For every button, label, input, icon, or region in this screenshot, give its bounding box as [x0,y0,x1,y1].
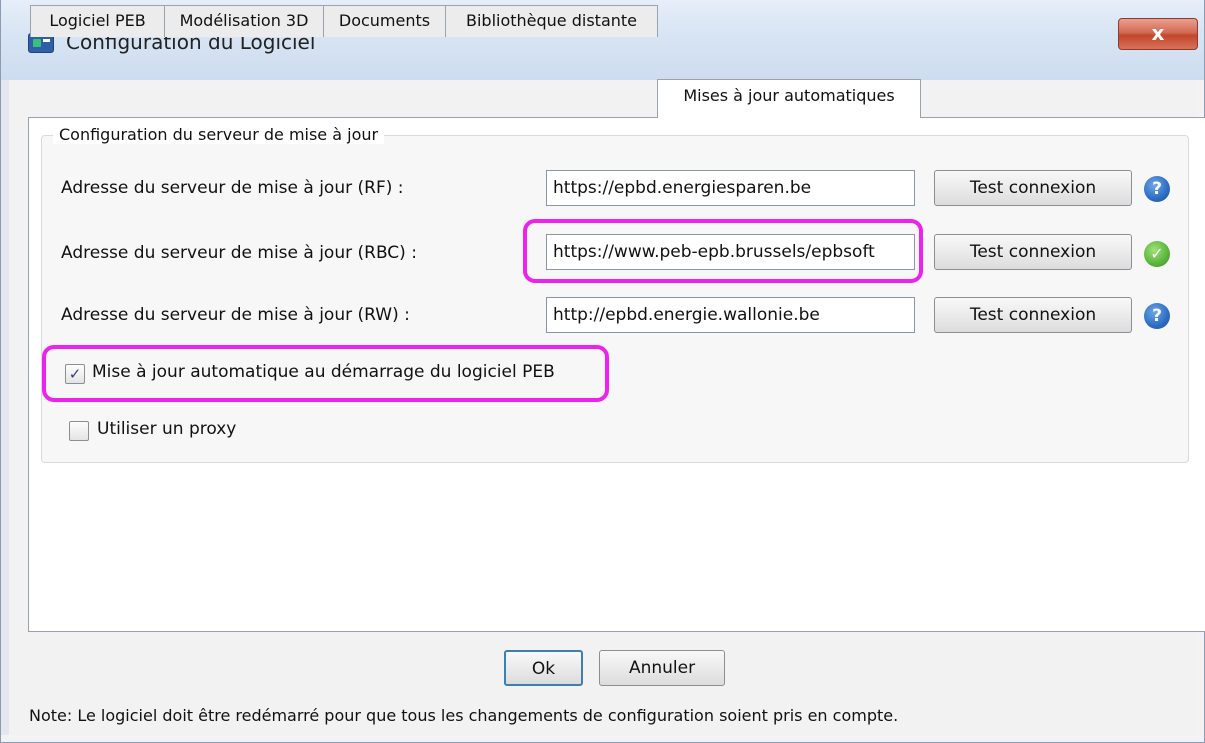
use-proxy-checkbox[interactable] [69,421,89,441]
server-label-rw: Adresse du serveur de mise à jour (RW) : [61,305,410,325]
tab-logiciel-peb[interactable]: Logiciel PEB [30,5,165,37]
tab-bibliotheque-distante[interactable]: Bibliothèque distante [445,5,658,37]
server-label-rbc: Adresse du serveur de mise à jour (RBC) … [61,243,417,263]
test-connexion-rw-button[interactable]: Test connexion [934,297,1132,333]
cancel-button[interactable]: Annuler [599,650,725,686]
close-button[interactable]: x [1118,18,1198,50]
help-icon[interactable]: ? [1144,176,1170,202]
tab-mises-a-jour[interactable]: Mises à jour automatiques [657,79,921,118]
ok-button[interactable]: Ok [504,650,583,686]
server-address-rw-input[interactable]: http://epbd.energie.wallonie.be [546,297,915,333]
test-connexion-rbc-button[interactable]: Test connexion [934,234,1132,270]
group-title: Configuration du serveur de mise à jour [53,125,385,144]
restart-note: Note: Le logiciel doit être redémarré po… [29,706,899,725]
server-label-rf: Adresse du serveur de mise à jour (RF) : [61,178,404,198]
server-address-rf-input[interactable]: https://epbd.energiesparen.be [546,170,915,206]
use-proxy-label[interactable]: Utiliser un proxy [97,419,236,439]
tab-documents[interactable]: Documents [323,5,446,37]
tab-modelisation-3d[interactable]: Modélisation 3D [164,5,324,37]
window-left-edge [1,80,9,735]
help-icon[interactable]: ? [1144,303,1170,329]
server-address-rbc-input[interactable]: https://www.peb-epb.brussels/epbsoft [546,234,915,270]
auto-update-checkbox[interactable]: ✓ [65,364,85,384]
success-check-icon: ✓ [1144,241,1170,267]
configuration-dialog: Configuration du Logiciel x Logiciel PEB… [0,0,1205,743]
test-connexion-rf-button[interactable]: Test connexion [934,170,1132,206]
auto-update-label[interactable]: Mise à jour automatique au démarrage du … [92,362,555,382]
